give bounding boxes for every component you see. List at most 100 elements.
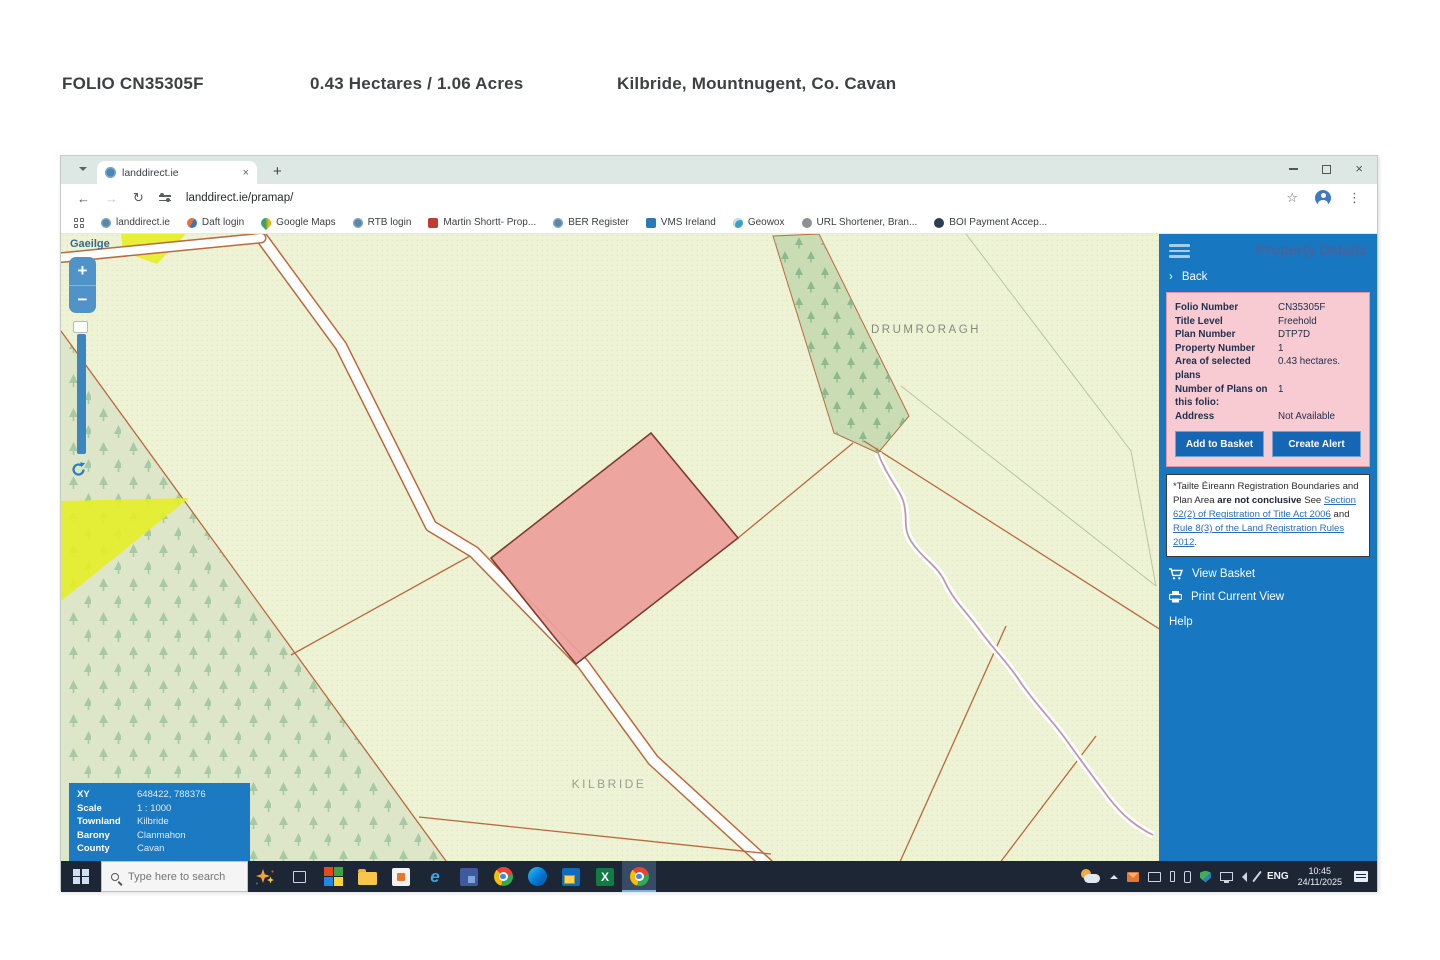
info-row-xy: XY648422, 788376 bbox=[77, 788, 242, 802]
apps-grid-icon[interactable] bbox=[74, 218, 84, 228]
language-toggle-link[interactable]: Gaeilge bbox=[70, 238, 110, 250]
bookmark-rtb-login[interactable]: RTB login bbox=[353, 217, 412, 228]
field-property-number: Property Number1 bbox=[1175, 342, 1361, 356]
create-alert-button[interactable]: Create Alert bbox=[1272, 431, 1361, 457]
map-info-box: XY648422, 788376 Scale1 : 1000 TownlandK… bbox=[69, 783, 250, 861]
tab-strip: landdirect.ie × + × bbox=[61, 156, 1377, 184]
rule-8-link[interactable]: Rule 8(3) of the Land Registration Rules… bbox=[1173, 523, 1344, 548]
zoom-out-button[interactable]: − bbox=[69, 285, 96, 313]
chrome-active-button[interactable] bbox=[622, 861, 656, 892]
task-view-icon bbox=[293, 871, 306, 883]
new-tab-button[interactable]: + bbox=[273, 163, 282, 180]
phone-tray-icon[interactable] bbox=[1184, 871, 1191, 883]
bookmark-geowox[interactable]: Geowox bbox=[733, 217, 785, 228]
monitor-tray-icon[interactable] bbox=[1220, 872, 1233, 881]
security-shield-icon[interactable] bbox=[1200, 871, 1211, 883]
system-tray: ENG 10:45 24/11/2025 bbox=[1079, 866, 1377, 887]
zoom-slider-handle[interactable] bbox=[73, 321, 88, 333]
blue-app-button[interactable] bbox=[452, 861, 486, 892]
search-input[interactable] bbox=[126, 870, 238, 884]
favicon-globe-icon bbox=[105, 167, 116, 178]
pen-tray-icon[interactable] bbox=[1252, 871, 1262, 882]
field-area: Area of selected plans0.43 hectares. bbox=[1175, 355, 1361, 382]
area-title: 0.43 Hectares / 1.06 Acres bbox=[310, 74, 523, 94]
profile-avatar[interactable] bbox=[1315, 190, 1331, 206]
excel-icon: X bbox=[596, 868, 614, 886]
bookmark-ber-register[interactable]: BER Register bbox=[553, 217, 629, 228]
url-bar: ← → ↻ landdirect.ie/pramap/ ☆ ⋮ bbox=[61, 184, 1377, 212]
usb-tray-icon[interactable] bbox=[1170, 871, 1175, 882]
daft-icon bbox=[187, 218, 197, 228]
zoom-in-button[interactable]: + bbox=[69, 257, 96, 285]
zoom-slider-track[interactable] bbox=[77, 334, 86, 454]
task-view-button[interactable] bbox=[282, 861, 316, 892]
bookmark-url-shortener[interactable]: URL Shortener, Bran... bbox=[802, 217, 918, 228]
office-icon bbox=[324, 867, 343, 886]
cortana-button[interactable] bbox=[248, 861, 282, 892]
search-icon bbox=[111, 873, 119, 881]
scanned-page: FOLIO CN35305F 0.43 Hectares / 1.06 Acre… bbox=[0, 0, 1440, 960]
view-basket-link[interactable]: View Basket bbox=[1159, 557, 1377, 580]
townland-label-drumroragh: DRUMRORAGH bbox=[871, 324, 981, 336]
site-settings-icon[interactable] bbox=[159, 195, 171, 201]
refresh-icon[interactable] bbox=[70, 461, 87, 478]
bookmark-martin-shortt[interactable]: Martin Shortt- Prop... bbox=[428, 217, 536, 228]
outlook-button[interactable] bbox=[554, 861, 588, 892]
maximize-icon[interactable] bbox=[1322, 165, 1331, 174]
bookmark-google-maps[interactable]: Google Maps bbox=[261, 217, 335, 228]
bookmark-daft-login[interactable]: Daft login bbox=[187, 217, 244, 228]
field-plan-number: Plan NumberDTP7D bbox=[1175, 328, 1361, 342]
hamburger-menu-icon[interactable] bbox=[1169, 244, 1190, 258]
back-link[interactable]: › Back bbox=[1159, 262, 1377, 290]
back-chevron-icon: › bbox=[1169, 271, 1173, 283]
taskbar-search[interactable] bbox=[101, 861, 248, 892]
chrome-button[interactable] bbox=[486, 861, 520, 892]
bookmark-vms-ireland[interactable]: VMS Ireland bbox=[646, 217, 716, 228]
office-app-button[interactable] bbox=[316, 861, 350, 892]
start-button[interactable] bbox=[61, 861, 101, 892]
folio-details-card: Folio NumberCN35305F Title LevelFreehold… bbox=[1166, 292, 1370, 467]
printer-icon bbox=[1169, 591, 1182, 603]
display-tray-icon[interactable] bbox=[1148, 872, 1161, 882]
tab-close-icon[interactable]: × bbox=[243, 167, 249, 179]
panel-title: Property Details bbox=[1256, 243, 1367, 259]
blue-square-icon bbox=[646, 218, 656, 228]
reload-icon[interactable]: ↻ bbox=[133, 190, 144, 206]
tray-expand-icon[interactable] bbox=[1110, 871, 1118, 879]
map-pin-icon bbox=[259, 215, 273, 229]
back-icon[interactable]: ← bbox=[77, 191, 90, 206]
geowox-icon bbox=[733, 218, 743, 228]
close-icon[interactable]: × bbox=[1355, 164, 1363, 174]
cart-icon bbox=[1169, 568, 1183, 580]
store-app-button[interactable] bbox=[384, 861, 418, 892]
add-to-basket-button[interactable]: Add to Basket bbox=[1175, 431, 1264, 457]
language-indicator[interactable]: ENG bbox=[1267, 871, 1289, 882]
speaker-tray-icon[interactable] bbox=[1242, 872, 1247, 882]
map-canvas[interactable]: DRUMRORAGH KILBRIDE bbox=[61, 234, 1161, 861]
townland-label-kilbride: KILBRIDE bbox=[572, 777, 647, 791]
bookmarks-bar: landdirect.ie Daft login Google Maps RTB… bbox=[61, 212, 1377, 234]
internet-explorer-icon: e bbox=[430, 867, 439, 887]
url-text[interactable]: landdirect.ie/pramap/ bbox=[186, 192, 293, 204]
file-explorer-button[interactable] bbox=[350, 861, 384, 892]
print-current-view-link[interactable]: Print Current View bbox=[1159, 580, 1377, 603]
internet-explorer-button[interactable]: e bbox=[418, 861, 452, 892]
bookmark-star-icon[interactable]: ☆ bbox=[1286, 190, 1298, 206]
windows-taskbar: e X ENG 10:45 bbox=[61, 861, 1377, 892]
mail-tray-icon[interactable] bbox=[1127, 872, 1139, 882]
page-content: DRUMRORAGH KILBRIDE Gaeilge + − XY648422… bbox=[61, 234, 1377, 861]
help-link[interactable]: Help bbox=[1159, 603, 1377, 641]
minimize-icon[interactable] bbox=[1289, 168, 1298, 170]
weather-icon[interactable] bbox=[1079, 869, 1101, 884]
browser-menu-icon[interactable]: ⋮ bbox=[1348, 190, 1361, 206]
bookmark-landdirect[interactable]: landdirect.ie bbox=[101, 217, 170, 228]
excel-button[interactable]: X bbox=[588, 861, 622, 892]
bookmark-boi-payment[interactable]: BOI Payment Accep... bbox=[934, 217, 1047, 228]
taskbar-clock[interactable]: 10:45 24/11/2025 bbox=[1298, 866, 1342, 887]
tab-search-chevron-icon[interactable] bbox=[79, 167, 87, 175]
edge-button[interactable] bbox=[520, 861, 554, 892]
field-title-level: Title LevelFreehold bbox=[1175, 315, 1361, 329]
window-controls: × bbox=[1289, 161, 1363, 177]
browser-tab[interactable]: landdirect.ie × bbox=[97, 161, 257, 184]
action-center-icon[interactable] bbox=[1354, 871, 1368, 882]
